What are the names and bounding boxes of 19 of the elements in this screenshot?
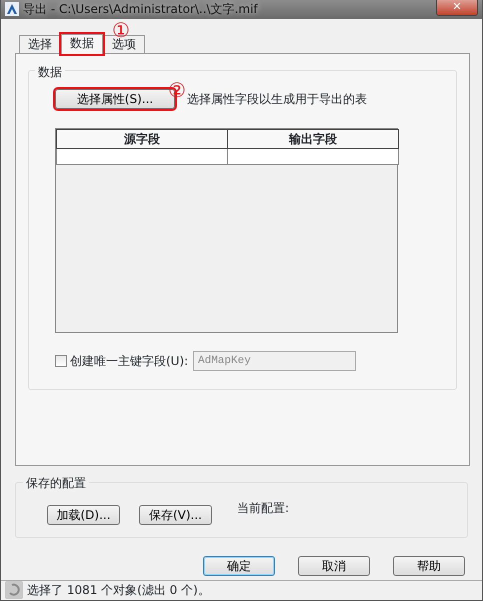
window-title: 导出 - C:\Users\Administrator\..\文字.mif [23, 1, 258, 18]
config-button[interactable]: 加载(D)... [47, 504, 120, 525]
dialog-button[interactable]: 取消 [298, 556, 370, 576]
checkbox-label: 创建唯一主键字段(U): [70, 352, 190, 370]
hint-text: 选择属性字段以生成用于导出的表 [187, 90, 367, 108]
tab[interactable]: 选择 [19, 34, 61, 53]
dialog-button[interactable]: 确定 [203, 556, 275, 576]
app-logo-icon [5, 2, 19, 16]
status-icon [5, 581, 23, 600]
status-text: 选择了 1081 个对象(滤出 0 个)。 [27, 582, 210, 600]
current-config-label: 当前配置: [237, 500, 290, 517]
column-header[interactable]: 输出字段 [228, 129, 398, 148]
table-cell[interactable] [228, 148, 398, 164]
config-button[interactable]: 保存(V)... [139, 504, 212, 525]
dialog-button[interactable]: 帮助 [393, 556, 465, 576]
tab[interactable]: 数据 [61, 34, 103, 54]
table-cell[interactable] [56, 148, 228, 164]
column-header[interactable]: 源字段 [56, 129, 228, 148]
checkbox[interactable] [55, 354, 67, 367]
